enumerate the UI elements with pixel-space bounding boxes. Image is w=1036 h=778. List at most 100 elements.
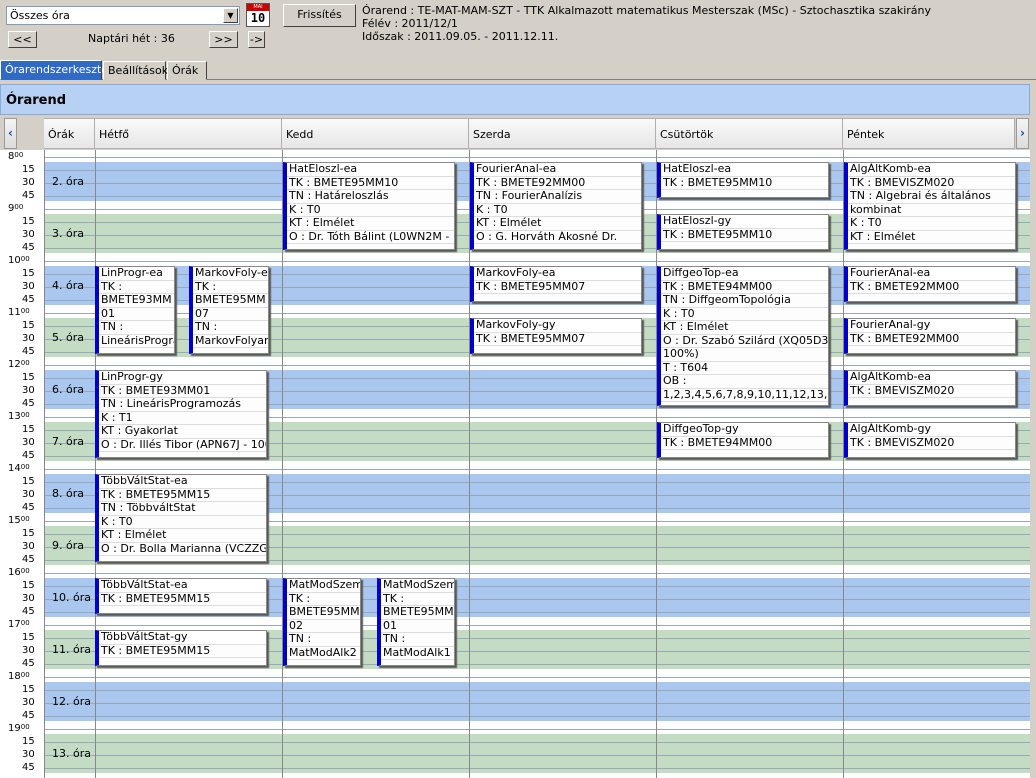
course-detail: TK : BMETE92MM00 — [848, 333, 1015, 346]
hour-suffix: 00 — [20, 463, 30, 471]
hour-suffix: 00 — [20, 255, 30, 263]
course-detail: T : T604 — [661, 362, 828, 375]
hour-label: 1300 — [8, 412, 30, 422]
course-detail: TK : BMETE95MM15 — [99, 645, 266, 658]
course-detail: TN : TöbbváltStat — [99, 502, 266, 516]
course-card[interactable]: LinProgr-gy TK : BMETE93MM01 TN : Lineáris… — [95, 370, 267, 458]
course-card[interactable]: MarkovFoly-gy TK : BMETE95MM07 — [470, 318, 642, 354]
course-detail: TK : BMEVISZM020 — [848, 177, 1015, 190]
minute-label: 30 — [22, 541, 35, 552]
course-detail: LineárisProgra — [99, 334, 174, 348]
course-card[interactable]: MarkovFoly-ea TK : BMETE95MM07 — [470, 266, 642, 302]
hour-label: 1700 — [8, 620, 30, 630]
hour-number: 11 — [8, 307, 21, 318]
course-card[interactable]: LinProgr-ea TK : BMETE93MM 01 TN : LineárisPr… — [95, 266, 175, 354]
minute-label: 30 — [22, 645, 35, 656]
course-detail: TK : BMEVISZM020 — [848, 385, 1015, 398]
grid-line — [44, 469, 1030, 470]
minute-label: 45 — [22, 242, 35, 253]
course-card[interactable]: TöbbVáltStat-ea TK : BMETE95MM15 — [95, 578, 267, 614]
semester-info: Félév : 2011/12/1 — [362, 17, 458, 30]
course-detail: 02 — [287, 620, 360, 633]
course-detail: K : T0 — [848, 217, 1015, 231]
tab-settings[interactable]: Beállítások — [103, 61, 168, 80]
course-detail: K : T0 — [474, 204, 641, 217]
course-title: TöbbVáltStat-ea — [99, 579, 266, 593]
minute-label: 30 — [22, 333, 35, 344]
course-detail: TK : BMETE93MM01 — [99, 385, 266, 398]
course-card[interactable]: MarkovFoly-ea TK : BMETE95MM 07 TN : MarkovFo… — [189, 266, 269, 354]
course-detail: KT : Elmélet — [848, 231, 1015, 244]
course-title: DiffgeoTop-gy — [661, 423, 828, 437]
hour-number: 18 — [8, 671, 21, 682]
course-detail: 01 — [99, 308, 174, 321]
jump-button[interactable]: -> — [248, 31, 265, 48]
refresh-button[interactable]: Frissítés — [283, 4, 356, 27]
hour-suffix: 00 — [14, 151, 24, 159]
calendar-number: 10 — [250, 11, 266, 25]
minute-label: 45 — [22, 294, 35, 305]
minute-label: 45 — [22, 190, 35, 201]
slot-label: 9. óra — [52, 539, 84, 552]
course-detail: TK : — [381, 593, 454, 606]
course-detail: TK : BMETE95MM10 — [287, 177, 454, 190]
grid-line — [44, 716, 1030, 717]
course-detail: BMETE95MM — [287, 606, 360, 620]
schedule-grid[interactable]: 800 15 30 45 900 15 30 45 1000 15 30 45 1100 15 30 45 12… — [0, 150, 1030, 778]
hour-number: 17 — [8, 619, 21, 630]
prev-week-button[interactable]: << — [8, 31, 37, 48]
course-title: LinProgr-ea — [99, 267, 174, 281]
minute-label: 45 — [22, 502, 35, 513]
course-detail: 100%) — [661, 348, 828, 362]
course-card[interactable]: AlgÁltKomb-ea TK : BMEVISZM020 TN : Algebr… — [844, 162, 1016, 250]
course-detail: O : G. Horváth Ákosné Dr. — [474, 231, 641, 244]
course-title: TöbbVáltStat-ea — [99, 475, 266, 489]
course-detail: O : Dr. Tóth Bálint (L0WN2M - — [287, 231, 454, 244]
course-detail: TK : BMETE92MM00 — [848, 281, 1015, 294]
course-card[interactable]: FourierAnal-ea TK : BMETE92MM00 — [844, 266, 1016, 302]
course-card[interactable]: MatModSzem2TK :BMETE95MM02TN :MatModAlk2 — [283, 578, 361, 666]
course-detail: TK : BMEVISZM020 — [848, 437, 1015, 450]
calendar-icon[interactable]: MAI 10 — [246, 3, 270, 27]
grid-line — [44, 677, 1030, 678]
minute-label: 15 — [22, 424, 35, 435]
course-card[interactable]: HatEloszl-ea TK : BMETE95MM10 TN : Határel… — [283, 162, 455, 250]
slot-label: 4. óra — [52, 279, 84, 292]
column-divider — [95, 150, 96, 778]
timetable-window: { "toolbar": { "filter_value": "Összes ó… — [0, 0, 1036, 778]
course-detail: OB : — [661, 375, 828, 389]
course-card[interactable]: AlgÁltKomb-gy TK : BMEVISZM020 — [844, 422, 1016, 458]
nav-right-icon[interactable]: › — [1016, 118, 1029, 149]
minute-label: 15 — [22, 684, 35, 695]
column-header-tuesday: Kedd — [282, 118, 469, 149]
chevron-down-icon[interactable]: ▼ — [223, 8, 238, 23]
minute-label: 45 — [22, 710, 35, 721]
course-card[interactable]: FourierAnal-ea TK : BMETE92MM00 TN : Fouri… — [470, 162, 642, 250]
next-week-button[interactable]: >> — [209, 31, 238, 48]
course-title: FourierAnal-ea — [474, 163, 641, 177]
slot-label: 8. óra — [52, 487, 84, 500]
scroll-edge[interactable] — [1031, 150, 1036, 778]
tab-classes[interactable]: Órák — [167, 61, 207, 80]
course-card[interactable]: HatEloszl-gy TK : BMETE95MM10 — [657, 214, 829, 250]
course-detail: TK : BMETE95MM15 — [99, 593, 266, 606]
hour-suffix: 00 — [20, 359, 30, 367]
course-card[interactable]: FourierAnal-gy TK : BMETE92MM00 — [844, 318, 1016, 354]
tab-timetable-editor[interactable]: Órarendszerkesztő — [0, 60, 108, 80]
course-title: LinProgr-gy — [99, 371, 266, 385]
column-header-hours: Órák — [44, 118, 95, 149]
nav-left-icon[interactable]: ‹ — [4, 118, 17, 149]
course-card[interactable]: DiffgeoTop-gy TK : BMETE94MM00 — [657, 422, 829, 458]
course-detail: kombinat — [848, 204, 1015, 217]
course-card[interactable]: DiffgeoTop-ea TK : BMETE94MM00 TN : Diffge… — [657, 266, 829, 406]
course-card[interactable]: TöbbVáltStat-gy TK : BMETE95MM15 — [95, 630, 267, 666]
week-label: Naptári hét : 36 — [88, 32, 175, 45]
course-title: DiffgeoTop-ea — [661, 267, 828, 281]
course-card[interactable]: HatEloszl-ea TK : BMETE95MM10 — [657, 162, 829, 198]
filter-dropdown[interactable]: Összes óra ▼ — [6, 6, 240, 25]
course-card[interactable]: MatModSzem1TK :BMETE95MM01TN :MatModAlk1 — [377, 578, 455, 666]
course-title: AlgÁltKomb-ea — [848, 371, 1015, 385]
course-card[interactable]: TöbbVáltStat-ea TK : BMETE95MM15 TN : Több… — [95, 474, 267, 562]
course-title: FourierAnal-gy — [848, 319, 1015, 333]
course-card[interactable]: AlgÁltKomb-ea TK : BMEVISZM020 — [844, 370, 1016, 406]
